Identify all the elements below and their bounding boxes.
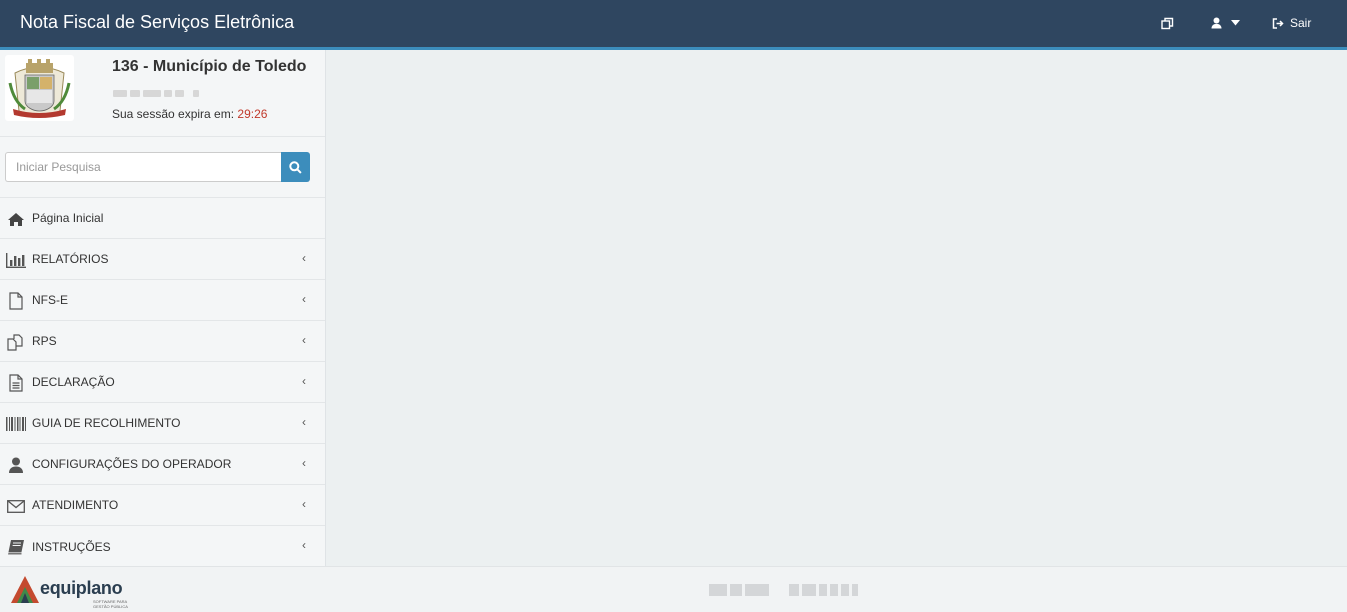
chevron-left-icon: ‹ — [302, 374, 306, 388]
equiplano-logo: equiplano SOFTWARE PARA GESTÃO PÚBLICA — [9, 575, 128, 609]
windows-icon — [1161, 17, 1174, 30]
book-icon — [6, 538, 26, 556]
sidebar-item-nfse[interactable]: NFS-E ‹ — [0, 280, 325, 321]
search-input[interactable] — [5, 152, 282, 182]
sidebar-item-guia-de-recolhimento[interactable]: GUIA DE RECOLHIMENTO ‹ — [0, 403, 325, 444]
top-navbar: Nota Fiscal de Serviços Eletrônica Sair — [0, 0, 1347, 47]
profile-panel: 136 - Município de Toledo Sua sessão exp… — [0, 50, 325, 137]
chevron-left-icon: ‹ — [302, 497, 306, 511]
sidebar-item-label: NFS-E — [32, 293, 68, 307]
redacted-footer-version — [789, 584, 858, 596]
logout-label: Sair — [1290, 16, 1312, 30]
chevron-left-icon: ‹ — [302, 456, 306, 470]
session-timer: 29:26 — [237, 107, 268, 121]
home-icon — [6, 210, 26, 228]
app-title: Nota Fiscal de Serviços Eletrônica — [20, 12, 295, 32]
search-button[interactable] — [281, 152, 310, 182]
session-label: Sua sessão expira em: — [112, 107, 235, 121]
sidebar-item-label: DECLARAÇÃO — [32, 375, 115, 389]
user-icon — [1211, 17, 1222, 29]
sign-out-icon — [1272, 17, 1284, 29]
chevron-left-icon: ‹ — [302, 251, 306, 265]
windows-button[interactable] — [1161, 17, 1174, 30]
chevron-left-icon: ‹ — [302, 538, 306, 552]
user-menu-button[interactable] — [1211, 17, 1240, 29]
file-icon — [6, 292, 26, 310]
copy-icon — [6, 333, 26, 351]
envelope-icon — [6, 497, 26, 515]
barcode-icon — [6, 415, 26, 433]
session-expiry: Sua sessão expira em: 29:26 — [112, 107, 267, 121]
sidebar-item-relatorios[interactable]: RELATÓRIOS ‹ — [0, 239, 325, 280]
sidebar-item-rps[interactable]: RPS ‹ — [0, 321, 325, 362]
sidebar-item-label: Página Inicial — [32, 211, 104, 225]
chevron-left-icon: ‹ — [302, 333, 306, 347]
sidebar-item-label: INSTRUÇÕES — [32, 539, 111, 554]
equiplano-mark-icon — [11, 576, 39, 603]
sidebar: 136 - Município de Toledo Sua sessão exp… — [0, 50, 326, 566]
user-icon — [6, 456, 26, 474]
sidebar-item-instrucoes[interactable]: INSTRUÇÕES ‹ — [0, 526, 325, 567]
municipality-coat-of-arms — [5, 55, 74, 121]
sidebar-item-atendimento[interactable]: ATENDIMENTO ‹ — [0, 485, 325, 526]
chevron-left-icon: ‹ — [302, 292, 306, 306]
redacted-user-info — [113, 90, 199, 97]
main-content — [326, 50, 1347, 566]
sidebar-item-pagina-inicial[interactable]: Página Inicial — [0, 198, 325, 239]
brand-tagline: SOFTWARE PARA GESTÃO PÚBLICA — [93, 599, 128, 609]
sidebar-item-label: RPS — [32, 334, 57, 348]
sidebar-item-label: GUIA DE RECOLHIMENTO — [32, 416, 181, 430]
sidebar-item-label: ATENDIMENTO — [32, 498, 119, 512]
chevron-left-icon: ‹ — [302, 415, 306, 429]
footer: equiplano SOFTWARE PARA GESTÃO PÚBLICA — [0, 566, 1347, 612]
sidebar-item-label: CONFIGURAÇÕES DO OPERADOR — [32, 457, 232, 471]
sidebar-item-declaracao[interactable]: DECLARAÇÃO ‹ — [0, 362, 325, 403]
bar-chart-icon — [6, 251, 26, 269]
redacted-footer-info — [709, 584, 769, 596]
brand-name: equiplano — [40, 578, 123, 598]
sidebar-search — [0, 137, 325, 198]
caret-down-icon — [1231, 20, 1240, 26]
sidebar-item-label: RELATÓRIOS — [32, 252, 109, 266]
sidebar-item-configuracoes-do-operador[interactable]: CONFIGURAÇÕES DO OPERADOR ‹ — [0, 444, 325, 485]
logout-button[interactable]: Sair — [1272, 16, 1311, 30]
municipality-name: 136 - Município de Toledo — [112, 58, 307, 75]
search-icon — [289, 160, 302, 174]
file-text-icon — [6, 374, 26, 392]
